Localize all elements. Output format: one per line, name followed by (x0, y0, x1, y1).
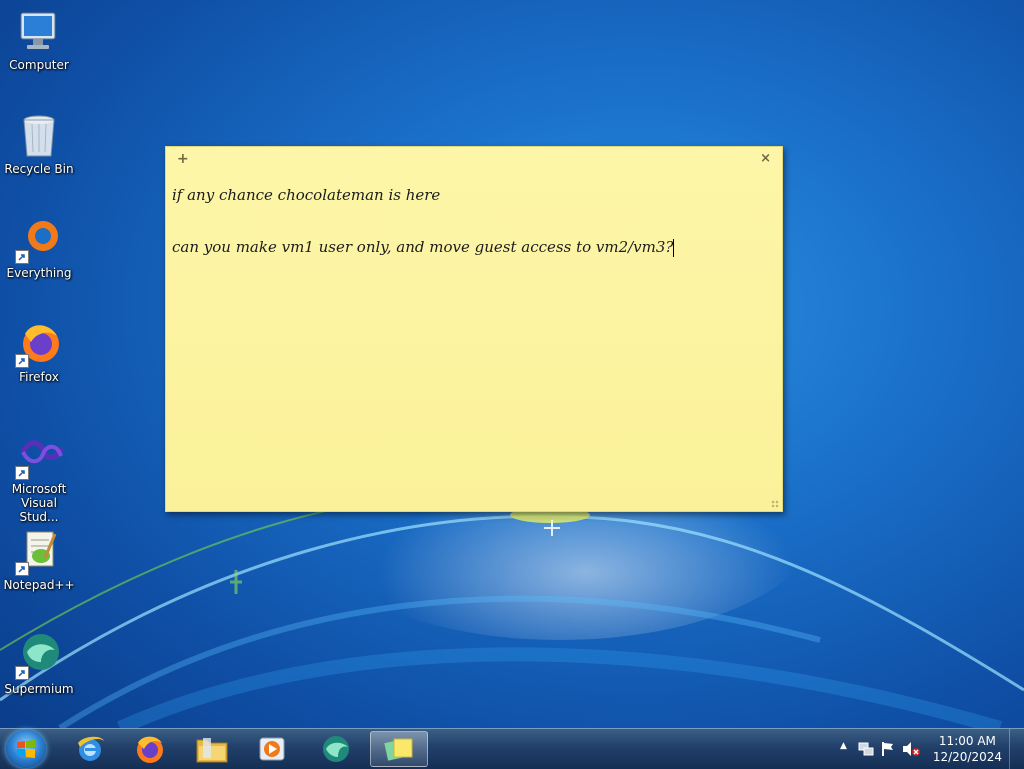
sticky-notes-icon (384, 738, 413, 761)
desktop-icon-notepadpp[interactable]: Notepad++ (2, 528, 76, 592)
visual-studio-icon (15, 432, 64, 480)
desktop-icon-label: Firefox (19, 370, 59, 384)
shortcut-arrow-icon (15, 250, 29, 264)
taskbar-file-explorer[interactable] (186, 731, 238, 767)
desktop-icon-visual-studio[interactable]: Microsoft Visual Stud... (2, 432, 76, 524)
note-line (172, 208, 776, 234)
supermium-icon (323, 736, 349, 762)
supermium-icon (15, 632, 63, 680)
note-line: if any chance chocolateman is here (172, 186, 441, 204)
desktop-icon-label: Supermium (4, 682, 74, 696)
text-caret (673, 239, 675, 257)
clock-time: 11:00 AM (938, 734, 996, 748)
media-player-icon (259, 737, 285, 761)
file-explorer-icon (196, 738, 228, 763)
taskbar-internet-explorer[interactable] (64, 731, 116, 767)
taskbar-supermium[interactable] (310, 731, 362, 767)
sticky-note-text-area[interactable]: if any chance chocolateman is here can y… (166, 171, 782, 260)
delete-note-button[interactable]: × (760, 151, 771, 166)
volume-muted-icon[interactable] (902, 741, 920, 761)
start-button[interactable] (6, 730, 46, 768)
sticky-note-window[interactable]: + × if any chance chocolateman is here c… (165, 146, 783, 512)
firefox-icon (137, 736, 163, 763)
shortcut-arrow-icon (15, 666, 29, 680)
note-line: can you make vm1 user only, and move gue… (172, 238, 675, 257)
clock-date: 12/20/2024 (932, 750, 1002, 764)
everything-icon (15, 216, 63, 264)
taskbar: ▲ 11:00 AM 12/20/2024 (0, 728, 1024, 769)
recycle-bin-icon (15, 112, 63, 160)
clock[interactable]: 11:00 AM 12/20/2024 (933, 733, 1002, 765)
desktop-icon-label: Computer (9, 58, 69, 72)
system-tray: ▲ 11:00 AM 12/20/2024 (834, 729, 1024, 769)
desktop-icon-label: Notepad++ (3, 578, 75, 592)
firefox-icon (15, 320, 63, 368)
desktop-icon-computer[interactable]: Computer (2, 8, 76, 72)
desktop-icon-supermium[interactable]: Supermium (2, 632, 76, 696)
taskbar-firefox[interactable] (124, 731, 176, 767)
desktop-icon-recycle-bin[interactable]: Recycle Bin (2, 112, 76, 176)
shortcut-arrow-icon (15, 466, 29, 480)
internet-explorer-icon (78, 736, 104, 761)
computer-icon (15, 8, 63, 56)
desktop-icon-firefox[interactable]: Firefox (2, 320, 76, 384)
taskbar-media-player[interactable] (246, 731, 298, 767)
new-note-button[interactable]: + (177, 151, 189, 167)
action-center-flag-icon[interactable] (880, 741, 896, 761)
desktop-icon-label: Recycle Bin (4, 162, 74, 176)
desktop-icon-label: Everything (6, 266, 72, 280)
show-desktop-button[interactable] (1009, 729, 1024, 769)
shortcut-arrow-icon (15, 562, 29, 576)
windows-logo-icon (17, 740, 35, 758)
sticky-note-title-bar[interactable]: + × (166, 147, 782, 171)
desktop-icon-label: Microsoft Visual Stud... (11, 482, 67, 524)
shortcut-arrow-icon (15, 354, 29, 368)
taskbar-sticky-notes[interactable] (370, 731, 428, 767)
show-hidden-icons-button[interactable]: ▲ (840, 741, 847, 751)
desktop-icon-everything[interactable]: Everything (2, 216, 76, 280)
resize-grip-icon[interactable] (771, 500, 779, 508)
network-icon[interactable] (858, 741, 874, 761)
notepadpp-icon (15, 528, 63, 576)
